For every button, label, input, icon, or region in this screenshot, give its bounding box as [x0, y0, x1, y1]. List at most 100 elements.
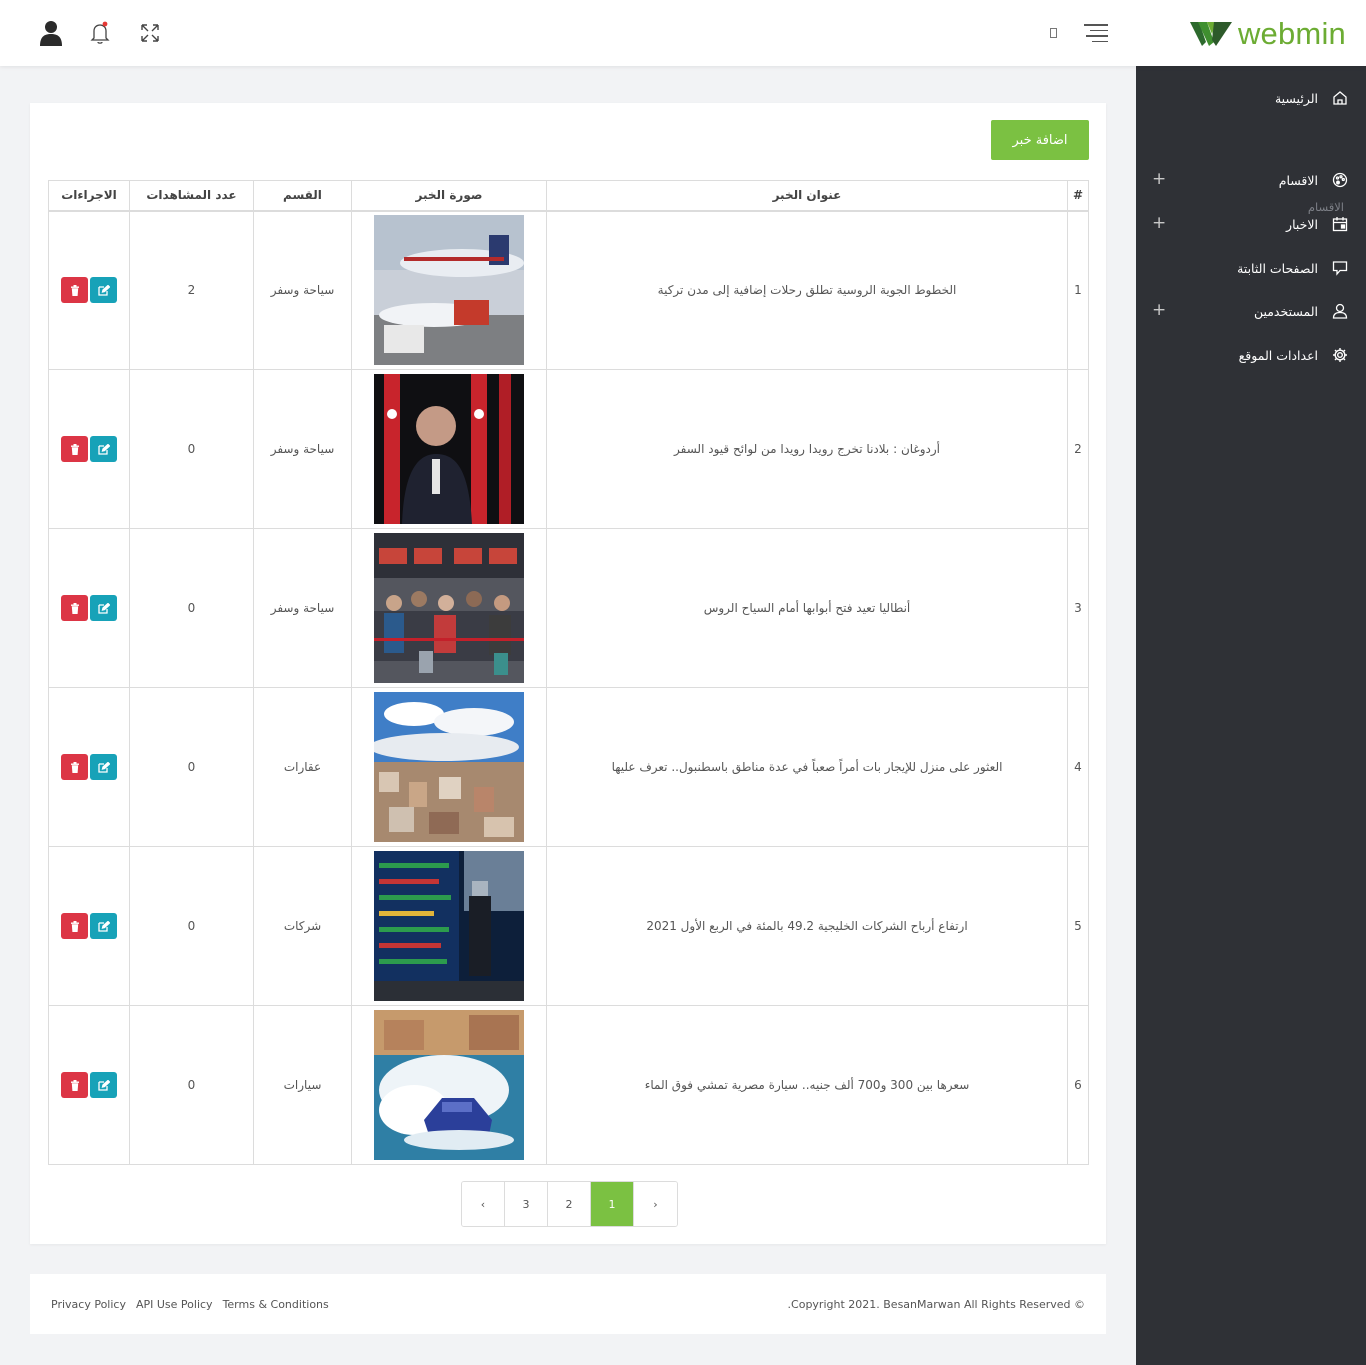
row-category: شركات — [253, 846, 352, 1006]
col-header-image: صورة الخبر — [351, 180, 547, 212]
row-category: سيارات — [253, 1005, 352, 1165]
row-actions — [49, 595, 129, 621]
expand-plus-icon[interactable]: + — [1152, 170, 1166, 188]
col-header-num: # — [1067, 180, 1089, 212]
home-icon — [1332, 90, 1348, 106]
sidebar-item-users[interactable]: + المستخدمين — [1136, 299, 1348, 323]
edit-icon — [97, 443, 110, 455]
news-thumbnail — [374, 215, 524, 366]
row-num: 4 — [1067, 687, 1089, 847]
delete-button[interactable] — [61, 436, 88, 462]
footer-links: Privacy Policy API Use Policy Terms & Co… — [51, 1298, 329, 1311]
pagination-prev[interactable]: ‹ — [462, 1182, 505, 1226]
delete-button[interactable] — [61, 1072, 88, 1098]
edit-button[interactable] — [90, 1072, 117, 1098]
news-thumbnail — [374, 692, 524, 842]
logo-text: webmin — [1237, 16, 1346, 51]
top-header: webmin — [0, 0, 1366, 66]
user-menu-button[interactable] — [38, 19, 64, 47]
logo-icon — [1189, 22, 1232, 46]
sidebar-item-home[interactable]: الرئيسية — [1136, 86, 1348, 110]
edit-button[interactable] — [90, 913, 117, 939]
edit-button[interactable] — [90, 436, 117, 462]
trash-icon — [70, 284, 79, 296]
row-actions — [49, 436, 129, 462]
logo[interactable]: webmin — [1189, 16, 1346, 52]
delete-button[interactable] — [61, 754, 88, 780]
table-header-row: # عنوان الخبر صورة الخبر القسم عدد المشا… — [48, 180, 1089, 212]
add-news-button[interactable]: اضافة خبر — [991, 120, 1089, 160]
table-row: 5 ارتفاع أرباح الشركات الخليجية 49.2 بال… — [48, 846, 1089, 1006]
sidebar-item-categories[interactable]: + الاقسام — [1136, 168, 1348, 192]
footer-link-privacy[interactable]: Privacy Policy — [51, 1298, 126, 1311]
delete-button[interactable] — [61, 595, 88, 621]
sidebar-item-site-settings[interactable]: اعدادات الموقع — [1136, 343, 1348, 367]
row-views: 0 — [129, 369, 254, 529]
sidebar-item-label: المستخدمين — [1253, 303, 1318, 319]
sidebar-item-static-pages[interactable]: الصفحات الثابتة — [1136, 256, 1348, 280]
col-header-views: عدد المشاهدات — [129, 180, 254, 212]
row-actions — [49, 277, 129, 304]
edit-icon — [97, 920, 110, 932]
edit-button[interactable] — [90, 595, 117, 621]
news-thumbnail — [374, 851, 524, 1001]
news-table: # عنوان الخبر صورة الخبر القسم عدد المشا… — [48, 180, 1089, 1165]
table-row: 3 أنطاليا تعيد فتح أبوابها أمام السياح ا… — [48, 528, 1089, 688]
sidebar-item-label: الرئيسية — [1274, 90, 1318, 106]
row-num: 6 — [1067, 1005, 1089, 1165]
table-row: 4 العثور على منزل للإيجار بات أمراً صعبا… — [48, 687, 1089, 847]
sidebar-item-news[interactable]: + الاخبار — [1136, 212, 1348, 236]
chat-icon — [1332, 260, 1348, 276]
row-views: 0 — [129, 1005, 254, 1165]
notifications-button[interactable] — [87, 19, 113, 47]
table-row: 1 الخطوط الجوية الروسية تطلق رحلات إضافي… — [48, 210, 1089, 370]
news-thumbnail — [374, 533, 524, 683]
fullscreen-button[interactable] — [137, 19, 163, 47]
table-row: 2 أردوغان : بلادنا تخرج رويدا رويدا من ل… — [48, 369, 1089, 529]
row-views: 0 — [129, 846, 254, 1006]
footer: Privacy Policy API Use Policy Terms & Co… — [30, 1274, 1106, 1334]
row-title: سعرها بين 300 و700 ألف جنيه.. سيارة مصري… — [546, 1005, 1068, 1165]
edit-icon — [97, 284, 110, 296]
copyright-text: .Copyright 2021. BesanMarwan All Rights … — [787, 1298, 1085, 1311]
edit-icon — [97, 761, 110, 773]
sidebar-item-label: الاقسام — [1278, 172, 1318, 188]
edit-icon — [97, 602, 110, 614]
calendar-icon — [1332, 216, 1348, 232]
row-num: 2 — [1067, 369, 1089, 529]
row-title: ارتفاع أرباح الشركات الخليجية 49.2 بالمئ… — [546, 846, 1068, 1006]
row-category: عقارات — [253, 687, 352, 847]
row-title: أنطاليا تعيد فتح أبوابها أمام السياح الر… — [546, 528, 1068, 688]
edit-button[interactable] — [90, 754, 117, 780]
col-header-category: القسم — [253, 180, 352, 212]
palette-icon — [1332, 172, 1348, 188]
row-title: العثور على منزل للإيجار بات أمراً صعباً … — [546, 687, 1068, 847]
pagination-page-3[interactable]: 3 — [505, 1182, 548, 1226]
row-title: الخطوط الجوية الروسية تطلق رحلات إضافية … — [546, 210, 1068, 370]
row-views: 0 — [129, 528, 254, 688]
gear-icon — [1332, 347, 1348, 363]
footer-link-terms[interactable]: Terms & Conditions — [223, 1298, 329, 1311]
pagination-next[interactable]: › — [634, 1182, 677, 1226]
pagination-page-1[interactable]: 1 — [591, 1182, 634, 1226]
trash-icon — [70, 761, 79, 773]
row-num: 3 — [1067, 528, 1089, 688]
row-category: سياحة وسفر — [253, 210, 352, 370]
col-header-title: عنوان الخبر — [546, 180, 1068, 212]
edit-icon — [97, 1079, 110, 1091]
row-actions — [49, 1072, 129, 1098]
footer-link-api-policy[interactable]: API Use Policy — [136, 1298, 213, 1311]
delete-button[interactable] — [61, 277, 88, 304]
expand-plus-icon[interactable]: + — [1152, 214, 1166, 232]
row-views: 0 — [129, 687, 254, 847]
delete-button[interactable] — [61, 913, 88, 939]
bell-icon — [90, 21, 110, 44]
menu-toggle-button[interactable] — [1084, 24, 1108, 44]
row-views: 2 — [129, 210, 254, 370]
user-icon — [1332, 303, 1348, 319]
sidebar-item-label: الصفحات الثابتة — [1237, 260, 1318, 276]
edit-button[interactable] — [90, 277, 117, 304]
pagination-page-2[interactable]: 2 — [548, 1182, 591, 1226]
expand-plus-icon[interactable]: + — [1152, 301, 1166, 319]
news-thumbnail — [374, 1010, 524, 1160]
